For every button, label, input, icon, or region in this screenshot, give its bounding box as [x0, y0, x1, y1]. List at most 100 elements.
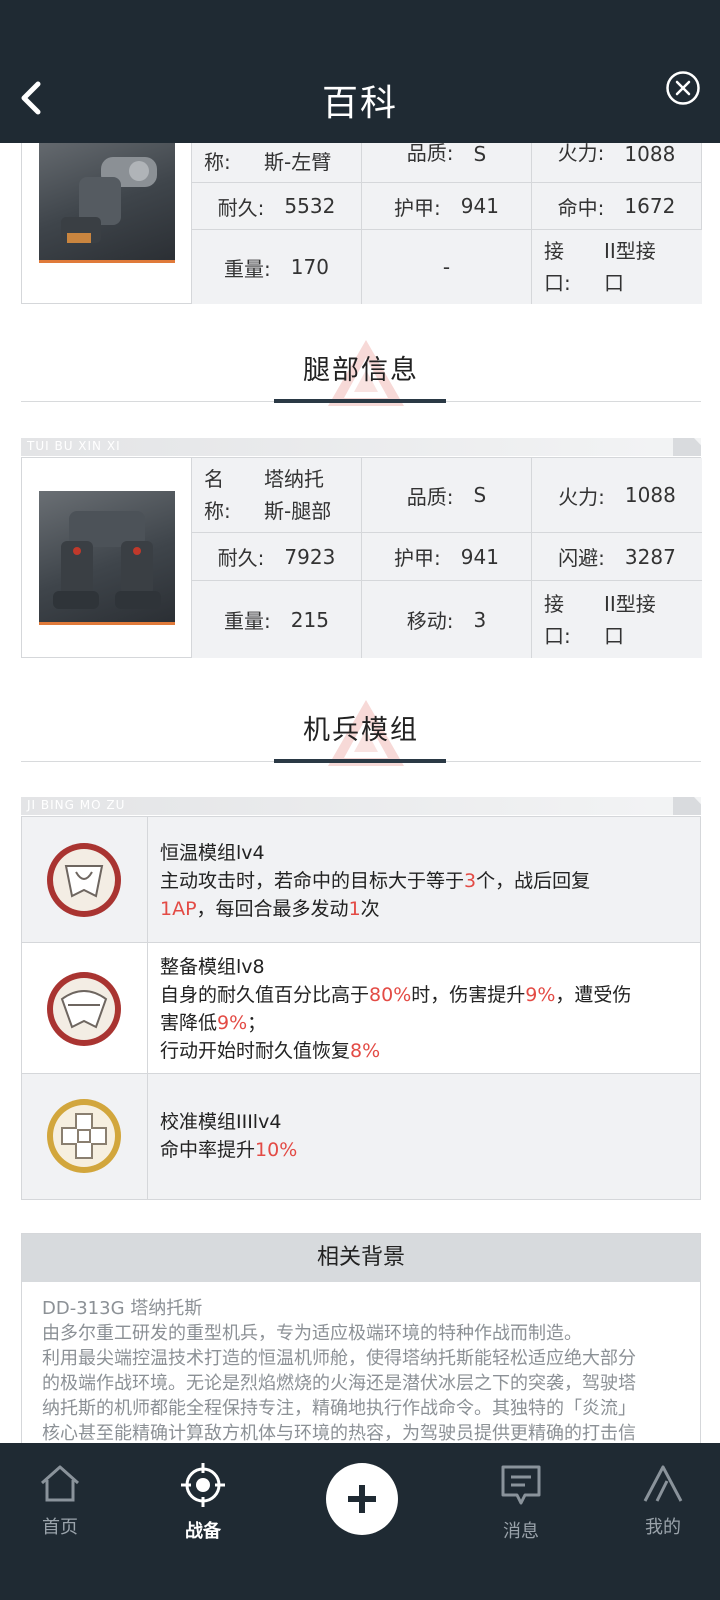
text-span: 次	[360, 898, 380, 920]
background-line: 的极端作战环境。无论是烈焰燃烧的火海还是潜伏冰层之下的突袭，驾驶塔	[42, 1373, 636, 1394]
bottom-navigation: 首页 战备 消息 我的	[0, 1443, 720, 1600]
highlight-value: 3	[464, 870, 477, 892]
arm-name-value: 斯-左臂	[264, 149, 332, 174]
legs-section-heading: 腿部信息	[21, 338, 701, 408]
text-span: 时，伤害提升	[411, 984, 526, 1006]
arm-quality-label: 品质:	[406, 143, 454, 165]
module-icon-cell	[22, 943, 148, 1073]
module-row[interactable]: 校准模组IIIlv4 命中率提升10%	[22, 1074, 700, 1199]
nav-home[interactable]: 首页	[0, 1463, 120, 1539]
module-line: 行动开始时耐久值恢复8%	[160, 1037, 688, 1065]
modules-ribbon: JI BING MO ZU	[21, 797, 701, 815]
module-line: 主动攻击时，若命中的目标大于等于3个，战后回复	[160, 867, 688, 895]
add-button[interactable]	[326, 1463, 398, 1535]
text-span: 个，战后回复	[476, 870, 591, 892]
text-span: 主动攻击时，若命中的目标大于等于	[160, 870, 465, 892]
arm-name-cell: 称: 斯-左臂	[192, 143, 362, 183]
nav-messages[interactable]: 消息	[461, 1463, 581, 1543]
background-panel: 相关背景 DD-313G 塔纳托斯 由多尔重工研发的重型机兵，专为适应极端环境的…	[21, 1233, 701, 1443]
arm-part-image	[39, 143, 175, 263]
background-line: 核心甚至能精确计算敌方机体与环境的热容，为驾驶员提供更精确的打击信	[42, 1423, 636, 1443]
message-icon	[501, 1465, 541, 1505]
arm-empty-cell: -	[362, 230, 532, 304]
arm-quality-cell: 品质: S	[362, 143, 532, 183]
modules-ribbon-text: JI BING MO ZU	[27, 798, 126, 812]
module-description: 整备模组lv8 自身的耐久值百分比高于80%时，伤害提升9%，遭受伤 害降低9%…	[160, 953, 688, 1065]
text-span: 行动开始时耐久值恢复	[160, 1040, 351, 1062]
arm-durability-cell: 耐久: 5532	[192, 183, 362, 230]
arm-stats-grid: 称: 斯-左臂 品质: S 火力: 1088 耐久: 5532 护甲: 941 …	[192, 143, 702, 304]
arm-hit-label: 命中:	[557, 195, 605, 220]
legs-name-value-1: 塔纳托	[264, 467, 324, 491]
module-description: 恒温模组lv4 主动攻击时，若命中的目标大于等于3个，战后回复 1AP，每回合最…	[160, 839, 688, 923]
legs-interface-label-1: 接	[544, 591, 564, 616]
text-span: 自身的耐久值百分比高于	[160, 984, 370, 1006]
background-line: 利用最尖端控温技术打造的恒温机师舱，使得塔纳托斯能轻松适应绝大部分	[42, 1348, 636, 1369]
legs-move-label: 移动:	[406, 609, 454, 633]
arm-quality-value: S	[473, 143, 487, 166]
text-span: ，遭受伤	[555, 984, 632, 1006]
arm-hit-value: 1672	[624, 194, 676, 218]
nav-messages-label: 消息	[503, 1521, 539, 1542]
legs-ribbon-text: TUI BU XIN XI	[27, 439, 121, 453]
legs-move-cell: 移动: 3	[362, 581, 532, 658]
arm-empty-value: -	[442, 255, 451, 279]
legs-name-cell: 名称: 塔纳托 斯-腿部	[192, 458, 362, 533]
modules-table: 恒温模组lv4 主动攻击时，若命中的目标大于等于3个，战后回复 1AP，每回合最…	[21, 816, 701, 1200]
highlight-value: 9%	[525, 984, 556, 1006]
arm-interface-cell: 接口: II型接口	[532, 230, 702, 304]
legs-evasion-value: 3287	[624, 544, 676, 569]
highlight-value: 8%	[350, 1040, 381, 1062]
arm-info-card: 称: 斯-左臂 品质: S 火力: 1088 耐久: 5532 护甲: 941 …	[21, 143, 702, 304]
arm-interface-label-1: 接	[544, 239, 564, 263]
arm-name-label: 称:	[204, 149, 231, 174]
legs-durability-value: 7923	[284, 544, 336, 569]
background-text: DD-313G 塔纳托斯 由多尔重工研发的重型机兵，专为适应极端环境的特种作战而…	[42, 1296, 684, 1443]
legs-interface-cell: 接口: II型接口	[532, 581, 702, 658]
ribbon-tab	[673, 438, 701, 456]
legs-interface-value-1: II型接	[604, 591, 656, 616]
module-line: 害降低9%；	[160, 1009, 688, 1037]
legs-ribbon: TUI BU XIN XI	[21, 438, 701, 456]
background-line: DD-313G 塔纳托斯	[42, 1298, 203, 1319]
highlight-value: 9%	[217, 1012, 248, 1034]
legs-quality-cell: 品质: S	[362, 458, 532, 533]
module-name: 整备模组lv8	[160, 956, 265, 978]
legs-quality-value: S	[473, 483, 487, 507]
module-name: 校准模组IIIlv4	[160, 1111, 282, 1133]
nav-home-label: 首页	[42, 1517, 78, 1538]
legs-weight-label: 重量:	[224, 609, 271, 633]
legs-move-value: 3	[473, 607, 487, 632]
legs-durability-cell: 耐久: 7923	[192, 533, 362, 581]
module-line: 自身的耐久值百分比高于80%时，伤害提升9%，遭受伤	[160, 981, 688, 1009]
arm-thumbnail-cell	[22, 143, 192, 303]
highlight-value: 80%	[369, 984, 412, 1006]
highlight-value: 1	[348, 898, 361, 920]
module-description: 校准模组IIIlv4 命中率提升10%	[160, 1108, 688, 1164]
legs-armor-cell: 护甲: 941	[362, 533, 532, 581]
nav-mine[interactable]: 我的	[603, 1463, 720, 1539]
modules-section-title: 机兵模组	[303, 715, 419, 746]
text-span: ，每回合最多发动	[196, 898, 349, 920]
arm-interface-value-1: II型接	[604, 239, 656, 263]
close-icon[interactable]	[665, 70, 701, 106]
legs-name-label-2: 称:	[204, 499, 231, 523]
module-icon-cell	[22, 1074, 148, 1199]
legs-weight-value: 215	[290, 607, 329, 632]
profile-logo-icon	[643, 1465, 683, 1502]
arm-fire-value: 1088	[624, 143, 676, 166]
legs-stats-grid: 名称: 塔纳托 斯-腿部 品质: S 火力: 1088 耐久: 7923 护甲: …	[192, 458, 702, 658]
module-line: 命中率提升10%	[160, 1136, 688, 1164]
background-title: 相关背景	[22, 1234, 700, 1282]
nav-mine-label: 我的	[645, 1517, 681, 1538]
module-row[interactable]: 整备模组lv8 自身的耐久值百分比高于80%时，伤害提升9%，遭受伤 害降低9%…	[22, 943, 700, 1074]
arm-durability-value: 5532	[284, 194, 336, 218]
legs-armor-label: 护甲:	[394, 546, 441, 570]
module-row[interactable]: 恒温模组lv4 主动攻击时，若命中的目标大于等于3个，战后回复 1AP，每回合最…	[22, 817, 700, 943]
legs-evasion-label: 闪避:	[558, 546, 605, 570]
encyclopedia-content[interactable]: 称: 斯-左臂 品质: S 火力: 1088 耐久: 5532 护甲: 941 …	[0, 143, 720, 1443]
highlight-value: 1AP	[160, 898, 197, 920]
legs-durability-label: 耐久:	[217, 546, 265, 570]
nav-battle[interactable]: 战备	[143, 1463, 263, 1543]
legs-quality-label: 品质:	[406, 484, 454, 509]
